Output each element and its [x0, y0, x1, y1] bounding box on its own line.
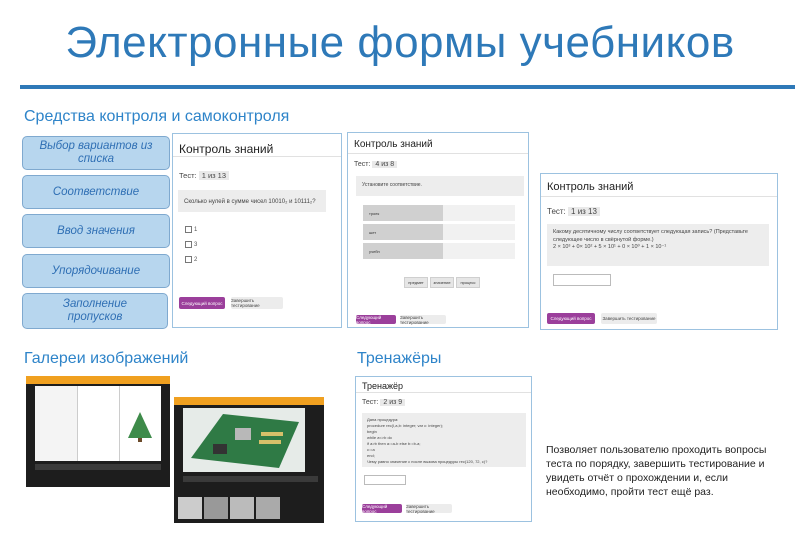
match-target-3[interactable] — [443, 243, 515, 259]
option-3[interactable]: 2 — [185, 256, 197, 263]
match-row-1[interactable]: троек — [363, 205, 446, 221]
tree-icon — [128, 412, 152, 442]
gallery-slide — [35, 386, 161, 461]
quiz-card-choice: Контроль знаний Тест: 1 из 13 Сколько ну… — [172, 133, 342, 328]
pill-value-input[interactable]: Ввод значения — [22, 214, 170, 248]
gallery-image-2[interactable] — [174, 397, 324, 523]
card-header: Тренажёр — [356, 377, 531, 393]
pill-multiple-choice[interactable]: Выбор вариантов из списка — [22, 136, 170, 170]
motherboard-icon — [191, 414, 299, 468]
section-trainers-heading: Тренажёры — [357, 350, 442, 367]
next-question-button[interactable]: Следующий вопрос — [179, 297, 225, 309]
code-box: Дана процедура: procedure rec(I,a,b: int… — [362, 413, 526, 467]
answer-input[interactable] — [553, 274, 611, 286]
question-box: Сколько нулей в сумме чисел 10010₂ и 101… — [178, 190, 326, 212]
next-question-button[interactable]: Следующий вопрос — [362, 504, 402, 514]
match-target-2[interactable] — [443, 224, 515, 240]
card-header: Контроль знаний — [541, 174, 777, 197]
description-text: Позволяет пользователю проходить вопросы… — [546, 444, 767, 498]
gallery-toolbar — [26, 376, 170, 384]
match-target-1[interactable] — [443, 205, 515, 221]
test-counter: Тест: 4 из 8 — [354, 161, 398, 168]
title-divider — [20, 85, 795, 89]
thumbnail-3[interactable] — [230, 497, 254, 519]
drag-chip-3[interactable]: процесс — [456, 277, 480, 288]
pill-ordering[interactable]: Упорядочивание — [22, 254, 170, 288]
finish-test-button[interactable]: Завершить тестирование — [406, 504, 452, 514]
match-row-2[interactable]: шет — [363, 224, 446, 240]
option-2[interactable]: 3 — [185, 241, 197, 248]
gallery-toolbar — [174, 397, 324, 405]
card-header: Контроль знаний — [348, 133, 528, 154]
test-counter: Тест: 2 из 9 — [362, 399, 406, 406]
match-row-3[interactable]: учебн — [363, 243, 446, 259]
next-question-button[interactable]: Следующий вопрос — [356, 315, 396, 325]
trainer-card: Тренажёр Тест: 2 из 9 Дана процедура: pr… — [355, 376, 532, 522]
page-title: Электронные формы учебников — [65, 18, 735, 67]
quiz-card-value-input: Контроль знаний Тест: 1 из 13 Какому дес… — [540, 173, 778, 330]
finish-test-button[interactable]: Завершить тестирование — [601, 313, 657, 324]
next-question-button[interactable]: Следующий вопрос — [547, 313, 595, 324]
thumbnail-4[interactable] — [256, 497, 280, 519]
section-control-heading: Средства контроля и самоконтроля — [24, 108, 290, 125]
drag-chip-1[interactable]: предмет — [404, 277, 428, 288]
answer-input[interactable] — [364, 475, 406, 485]
gallery-caption-bar — [183, 476, 318, 482]
finish-test-button[interactable]: Завершить тестирование — [400, 315, 446, 325]
motherboard-photo — [183, 408, 305, 472]
question-box: Установите соответствие. — [356, 176, 524, 196]
pill-matching[interactable]: Соответствие — [22, 175, 170, 209]
finish-test-button[interactable]: Завершить тестирование — [231, 297, 283, 309]
thumbnail-2[interactable] — [204, 497, 228, 519]
test-counter: Тест: 1 из 13 — [179, 171, 230, 180]
drag-chip-2[interactable]: значение — [430, 277, 454, 288]
quiz-card-matching: Контроль знаний Тест: 4 из 8 Установите … — [347, 132, 529, 328]
thumbnail-1[interactable] — [178, 497, 202, 519]
option-1[interactable]: 1 — [185, 226, 197, 233]
pill-fill-gaps[interactable]: Заполнение пропусков — [22, 293, 168, 329]
section-galleries-heading: Галереи изображений — [24, 350, 189, 367]
gallery-image-1[interactable] — [26, 376, 170, 487]
test-counter: Тест: 1 из 13 — [547, 207, 600, 216]
gallery-caption-bar — [35, 464, 161, 470]
card-header: Контроль знаний — [173, 134, 341, 157]
question-box: Какому десятичному числу соответствует с… — [547, 224, 769, 266]
